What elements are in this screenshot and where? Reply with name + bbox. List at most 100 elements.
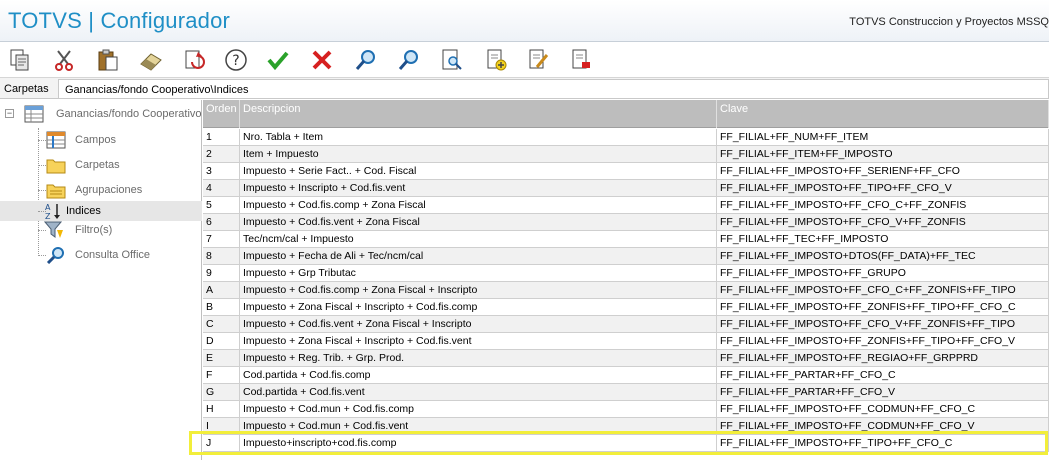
table-row[interactable]: C Impuesto + Cod.fis.vent + Zona Fiscal +… (203, 316, 1049, 333)
tree-item-carpetas[interactable]: Carpetas (0, 155, 202, 175)
cell-clave: FF_FILIAL+FF_PARTAR+FF_CFO_V (717, 384, 1049, 401)
search-icon[interactable] (352, 46, 380, 74)
table-row[interactable]: B Impuesto + Zona Fiscal + Inscripto + Co… (203, 299, 1049, 316)
cell-descripcion: Impuesto + Fecha de Ali + Tec/ncm/cal (240, 248, 717, 265)
cell-orden: 6 (203, 214, 240, 231)
column-header-orden[interactable]: Orden (203, 100, 240, 128)
table-row[interactable]: A Impuesto + Cod.fis.comp + Zona Fiscal +… (203, 282, 1049, 299)
table-row[interactable]: G Cod.partida + Cod.fis.vent FF_FILIAL+FF_… (203, 384, 1049, 401)
refresh-icon[interactable] (180, 46, 208, 74)
cell-orden: 2 (203, 146, 240, 163)
add-document-icon[interactable] (482, 46, 510, 74)
cell-clave: FF_FILIAL+FF_IMPOSTO+FF_CODMUN+FF_CFO_V (717, 418, 1049, 435)
cell-clave: FF_FILIAL+FF_IMPOSTO+FF_CFO_V+FF_ZONFIS (717, 214, 1049, 231)
table-row[interactable]: 6 Impuesto + Cod.fis.vent + Zona Fiscal FF… (203, 214, 1049, 231)
tree-item-label: Filtro(s) (75, 224, 113, 236)
sort-az-icon: AZ (44, 202, 64, 221)
fields-icon (46, 131, 66, 149)
table-row[interactable]: H Impuesto + Cod.mun + Cod.fis.comp FF_FIL… (203, 401, 1049, 418)
cell-descripcion: Impuesto + Cod.fis.comp + Zona Fiscal + … (240, 282, 717, 299)
tree-root[interactable]: − Ganancias/fondo Cooperativo (0, 104, 202, 124)
cell-clave: FF_FILIAL+FF_IMPOSTO+FF_CFO_C+FF_ZONFIS (717, 197, 1049, 214)
tree-root-label: Ganancias/fondo Cooperativo (56, 108, 202, 120)
table-row[interactable]: 8 Impuesto + Fecha de Ali + Tec/ncm/cal FF… (203, 248, 1049, 265)
delete-document-icon[interactable] (567, 46, 595, 74)
tree-item-campos[interactable]: Campos (0, 130, 202, 150)
cell-orden: 1 (203, 129, 240, 146)
folder-icon (46, 156, 66, 174)
folder-tree: − Ganancias/fondo Cooperativo Campos Car… (0, 100, 202, 460)
cell-clave: FF_FILIAL+FF_TEC+FF_IMPOSTO (717, 231, 1049, 248)
company-name: TOTVS Construccion y Proyectos MSSQ (849, 16, 1049, 28)
table-row[interactable]: J Impuesto+inscripto+cod.fis.comp FF_FILIA… (203, 435, 1049, 452)
svg-text:A: A (45, 203, 51, 212)
table-row[interactable]: I Impuesto + Cod.mun + Cod.fis.vent FF_FIL… (203, 418, 1049, 435)
cell-descripcion: Impuesto + Reg. Trib. + Grp. Prod. (240, 350, 717, 367)
cell-orden: J (203, 435, 240, 452)
search-next-icon[interactable] (395, 46, 423, 74)
cell-clave: FF_FILIAL+FF_IMPOSTO+FF_REGIAO+FF_GRPPRD (717, 350, 1049, 367)
grid-header: Orden Descripcion Clave (203, 100, 1049, 128)
filter-icon (43, 221, 64, 239)
cell-descripcion: Impuesto + Zona Fiscal + Inscripto + Cod… (240, 333, 717, 350)
paste-icon[interactable] (94, 46, 122, 74)
title-bar: TOTVS | Configurador TOTVS Construccion … (0, 0, 1049, 42)
cell-descripcion: Impuesto + Grp Tributac (240, 265, 717, 282)
table-row[interactable]: 9 Impuesto + Grp Tributac FF_FILIAL+FF_IMP… (203, 265, 1049, 282)
cell-clave: FF_FILIAL+FF_IMPOSTO+FF_ZONFIS+FF_TIPO+F… (717, 333, 1049, 350)
tree-item-indices[interactable]: AZ Indices (0, 201, 202, 221)
folder-path-field[interactable]: Ganancias/fondo Cooperativo\Indices (58, 79, 1049, 99)
table-row[interactable]: 5 Impuesto + Cod.fis.comp + Zona Fiscal FF… (203, 197, 1049, 214)
tree-item-agrupaciones[interactable]: Agrupaciones (0, 180, 202, 200)
svg-text:Z: Z (45, 212, 51, 220)
confirm-icon[interactable] (264, 46, 292, 74)
tree-item-filtros[interactable]: Filtro(s) (0, 220, 202, 240)
table-row[interactable]: 3 Impuesto + Serie Fact.. + Cod. Fiscal FF… (203, 163, 1049, 180)
cell-descripcion: Impuesto + Zona Fiscal + Inscripto + Cod… (240, 299, 717, 316)
cell-descripcion: Nro. Tabla + Item (240, 129, 717, 146)
table-row[interactable]: F Cod.partida + Cod.fis.comp FF_FILIAL+FF_… (203, 367, 1049, 384)
eraser-icon[interactable] (137, 46, 165, 74)
cell-orden: 8 (203, 248, 240, 265)
tree-item-label: Agrupaciones (75, 184, 143, 196)
cell-orden: 4 (203, 180, 240, 197)
column-header-clave[interactable]: Clave (717, 100, 1049, 128)
cancel-icon[interactable] (308, 46, 336, 74)
grouping-icon (46, 181, 66, 199)
cell-clave: FF_FILIAL+FF_NUM+FF_ITEM (717, 129, 1049, 146)
cell-descripcion: Impuesto + Cod.mun + Cod.fis.comp (240, 401, 717, 418)
column-header-descripcion[interactable]: Descripcion (240, 100, 717, 128)
table-row[interactable]: 7 Tec/ncm/cal + Impuesto FF_FILIAL+FF_TEC+… (203, 231, 1049, 248)
folder-path-bar: Carpetas Ganancias/fondo Cooperativo\Ind… (0, 77, 1049, 99)
cell-descripcion: Item + Impuesto (240, 146, 717, 163)
cell-descripcion: Cod.partida + Cod.fis.vent (240, 384, 717, 401)
table-row[interactable]: E Impuesto + Reg. Trib. + Grp. Prod. FF_FI… (203, 350, 1049, 367)
cell-descripcion: Cod.partida + Cod.fis.comp (240, 367, 717, 384)
cell-clave: FF_FILIAL+FF_ITEM+FF_IMPOSTO (717, 146, 1049, 163)
cell-orden: B (203, 299, 240, 316)
table-row[interactable]: D Impuesto + Zona Fiscal + Inscripto + Co… (203, 333, 1049, 350)
collapse-toggle[interactable]: − (5, 109, 14, 118)
search-icon (46, 246, 66, 265)
cell-descripcion: Impuesto + Serie Fact.. + Cod. Fiscal (240, 163, 717, 180)
table-icon (24, 105, 44, 123)
cut-icon[interactable] (50, 46, 78, 74)
copy-icon[interactable] (6, 46, 34, 74)
cell-descripcion: Impuesto + Cod.fis.vent + Zona Fiscal (240, 214, 717, 231)
folders-label: Carpetas (4, 83, 49, 95)
app-title: TOTVS | Configurador (8, 8, 231, 33)
cell-orden: F (203, 367, 240, 384)
tree-item-label: Consulta Office (75, 249, 151, 261)
cell-descripcion: Impuesto + Cod.mun + Cod.fis.vent (240, 418, 717, 435)
cell-orden: H (203, 401, 240, 418)
tree-item-consulta-office[interactable]: Consulta Office (0, 245, 202, 265)
help-icon[interactable]: ? (222, 46, 250, 74)
table-row[interactable]: 1 Nro. Tabla + Item FF_FILIAL+FF_NUM+FF_IT… (203, 129, 1049, 146)
table-row[interactable]: 4 Impuesto + Inscripto + Cod.fis.vent FF_F… (203, 180, 1049, 197)
table-row[interactable]: 2 Item + Impuesto FF_FILIAL+FF_ITEM+FF_IMP… (203, 146, 1049, 163)
cell-clave: FF_FILIAL+FF_IMPOSTO+FF_CFO_C+FF_ZONFIS+… (717, 282, 1049, 299)
preview-icon[interactable] (438, 46, 466, 74)
edit-document-icon[interactable] (524, 46, 552, 74)
cell-clave: FF_FILIAL+FF_IMPOSTO+FF_CODMUN+FF_CFO_C (717, 401, 1049, 418)
cell-descripcion: Impuesto+inscripto+cod.fis.comp (240, 435, 717, 452)
